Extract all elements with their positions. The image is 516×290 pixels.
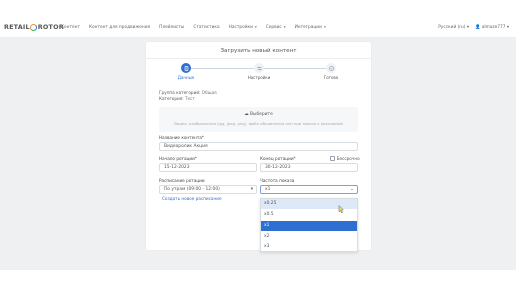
step-settings-label: Настройки bbox=[247, 75, 271, 80]
frequency-select[interactable]: x1 ⌄ bbox=[260, 185, 358, 194]
frequency-option-x1[interactable]: x1 bbox=[261, 221, 357, 231]
start-date-input[interactable]: 15-12-2023 bbox=[159, 163, 257, 172]
nav-item-3[interactable]: Статистика bbox=[193, 25, 219, 30]
upload-title: ☁ Выберите bbox=[244, 112, 273, 117]
upload-hint: Видео, изображения (jpg, jpeg, png), фай… bbox=[174, 121, 343, 126]
content-name-label: Название контента* bbox=[159, 135, 205, 140]
user-icon: 👤 bbox=[474, 25, 481, 30]
upload-dropzone[interactable]: ☁ Выберите Видео, изображения (jpg, jpeg… bbox=[159, 107, 358, 132]
nav-item-1[interactable]: Контент для продвижения bbox=[89, 25, 150, 30]
chevron-down-icon: ▾ bbox=[282, 25, 286, 29]
frequency-label: Частота показа bbox=[260, 178, 295, 183]
user-zone: Русский (ru) ▾ 👤 almaze777 ▾ bbox=[438, 25, 509, 30]
step-settings-icon[interactable] bbox=[254, 63, 264, 73]
frequency-option-x2[interactable]: x2 bbox=[261, 232, 357, 242]
upload-content-card: Загрузить новый контент Данные Настройки… bbox=[146, 42, 371, 252]
step-done-icon[interactable] bbox=[326, 63, 336, 73]
nav-item-6[interactable]: Интеграции ▾ bbox=[295, 25, 326, 30]
chevron-down-icon: ▾ bbox=[322, 25, 326, 29]
user-menu[interactable]: 👤 almaze777 ▾ bbox=[475, 25, 509, 30]
step-data-label: Данные bbox=[177, 75, 195, 80]
divider bbox=[146, 58, 371, 59]
caret-down-icon: ▾ bbox=[250, 187, 253, 192]
nav-item-0[interactable]: Контент bbox=[61, 25, 80, 30]
end-date-input[interactable]: 30-12-2023 bbox=[260, 163, 358, 172]
main-nav: Контент Контент для продвижения Плейлисты С… bbox=[61, 25, 326, 30]
category-row: Категория: Тест bbox=[159, 96, 195, 101]
logo-text-left: RETAIL bbox=[4, 23, 30, 31]
category-group-row: Группа категорий: Общая bbox=[159, 90, 217, 95]
nav-item-5[interactable]: Сервис ▾ bbox=[266, 25, 286, 30]
stepper: Данные Настройки Готово bbox=[146, 63, 371, 83]
logo-ring-icon bbox=[30, 23, 38, 31]
step-done-label: Готово bbox=[323, 75, 339, 80]
unlimited-toggle[interactable]: Бессрочно bbox=[330, 156, 360, 161]
schedule-label: Расписание ротации bbox=[159, 178, 205, 183]
unlimited-checkbox[interactable] bbox=[330, 156, 335, 161]
step-connector bbox=[263, 67, 331, 69]
chevron-down-icon: ▾ bbox=[505, 25, 509, 30]
end-date-label: Конец ротации* bbox=[260, 156, 296, 161]
step-data-icon[interactable] bbox=[181, 63, 191, 73]
chevron-down-icon: ▾ bbox=[253, 25, 257, 29]
language-selector[interactable]: Русский (ru) ▾ bbox=[438, 25, 469, 30]
step-connector bbox=[190, 67, 258, 69]
nav-item-2[interactable]: Плейлисты bbox=[159, 25, 184, 30]
logo-text-right: ROTOR bbox=[37, 23, 64, 31]
chevron-down-icon: ▾ bbox=[465, 25, 469, 30]
create-schedule-link[interactable]: Создать новое расписание bbox=[162, 196, 222, 201]
top-navbar: RETAIL ROTOR Контент Контент для продвиже… bbox=[0, 20, 516, 38]
chevron-down-icon: ⌄ bbox=[350, 187, 354, 192]
app-logo[interactable]: RETAIL ROTOR bbox=[4, 23, 64, 31]
frequency-option-x3[interactable]: x3 bbox=[261, 242, 357, 252]
cloud-upload-icon: ☁ bbox=[244, 112, 249, 117]
start-date-label: Начало ротации* bbox=[159, 156, 197, 161]
mouse-pointer-icon bbox=[338, 205, 344, 214]
content-name-input[interactable]: Видеоролик Акция bbox=[159, 142, 358, 151]
nav-item-4[interactable]: Настройки ▾ bbox=[229, 25, 257, 30]
page-title: Загрузить новый контент bbox=[220, 48, 297, 54]
schedule-select[interactable]: По утрам (09:00 - 12:00) ▾ bbox=[159, 185, 257, 194]
